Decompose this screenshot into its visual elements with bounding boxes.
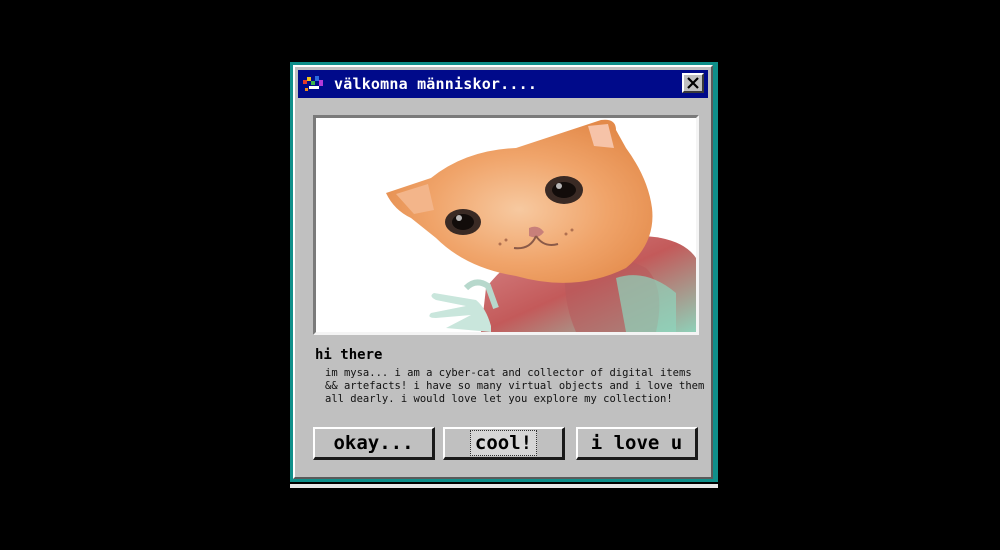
cool-button-focus: cool! [469,430,538,456]
i-love-u-button[interactable]: i love u [576,427,698,460]
cat-photo [386,119,696,332]
cool-button[interactable]: cool! [443,427,565,460]
close-button[interactable] [682,73,704,93]
okay-button-label: okay... [333,432,414,454]
welcome-dialog: välkomna människor.... hi there im mysa.… [293,65,713,479]
okay-button[interactable]: okay... [313,427,435,460]
greeting-heading: hi there [315,347,383,363]
close-icon [687,77,699,89]
window-frame-shadow [290,484,718,488]
i-love-u-button-label: i love u [590,432,683,454]
title-bar[interactable]: välkomna människor.... [298,70,708,98]
cat-image-panel [313,115,699,335]
cool-button-label: cool! [474,432,533,454]
cat-app-icon [303,76,323,91]
desktop-background: välkomna människor.... hi there im mysa.… [0,0,1000,550]
window-title: välkomna människor.... [334,75,538,93]
intro-text: im mysa... i am a cyber-cat and collecto… [325,367,705,406]
